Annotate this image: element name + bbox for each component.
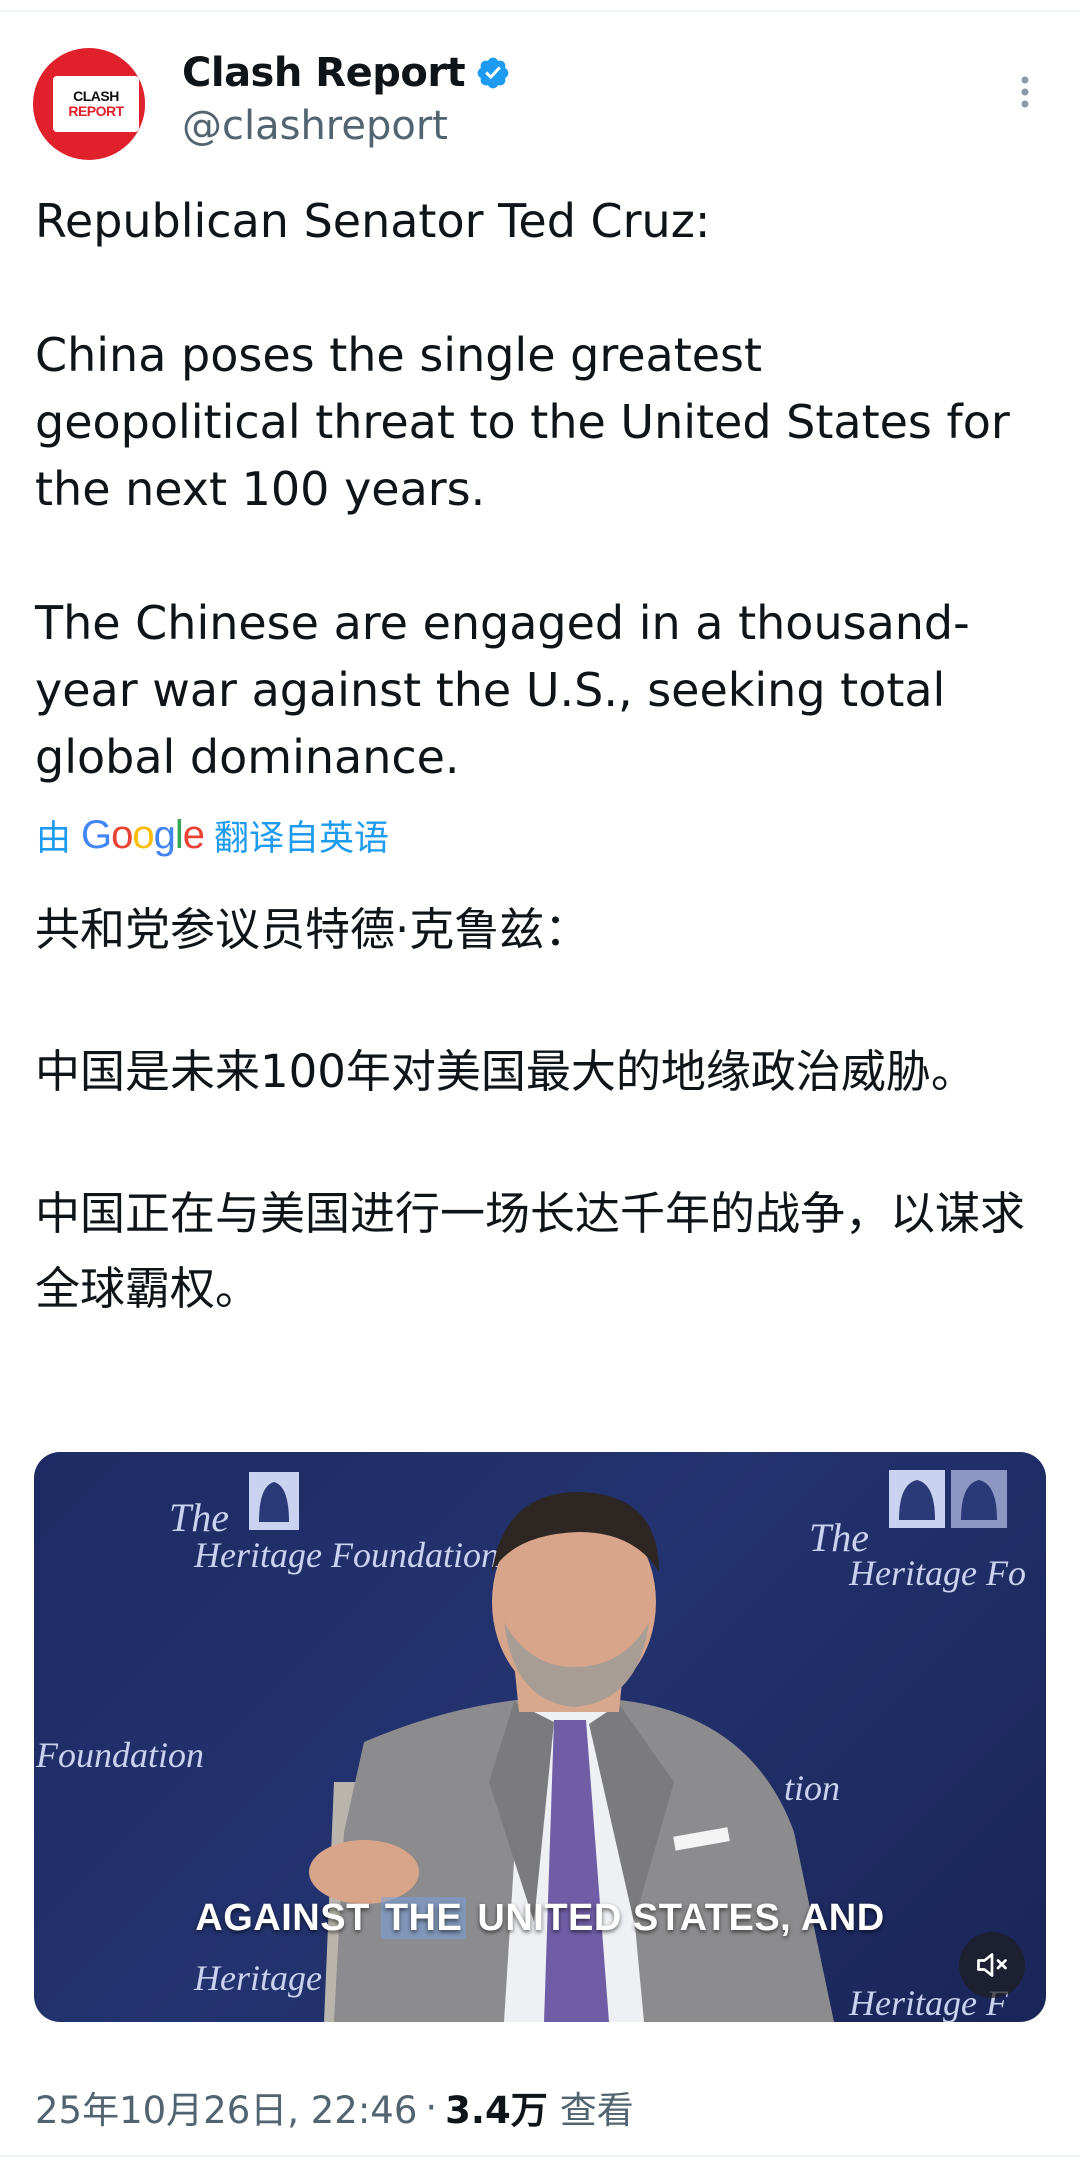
- author-handle[interactable]: @clashreport: [182, 103, 448, 149]
- translation-attribution[interactable]: 由 Google 翻译自英语: [36, 810, 389, 861]
- post-line: 共和党参议员特德·克鲁兹：: [35, 903, 590, 956]
- speaker-muted-icon: [977, 1953, 1007, 1977]
- author-row: Clash Report: [182, 50, 511, 96]
- verified-badge-icon: [477, 57, 509, 89]
- video-subtitle: AGAINST THE UNITED STATES, AND: [195, 1897, 885, 1939]
- more-options-icon[interactable]: [1010, 72, 1040, 112]
- google-logo: Google: [81, 813, 205, 857]
- post-meta: 25年10月26日, 22:46 · 3.4万 查看: [35, 2080, 634, 2134]
- video-player[interactable]: The Heritage Foundation The Heritage Fo …: [34, 1452, 1046, 2022]
- post-text-zh: 共和党参议员特德·克鲁兹： 中国是未来100年对美国最大的地缘政治威胁。 中国正…: [35, 892, 1035, 1326]
- post-line: 中国是未来100年对美国最大的地缘政治威胁。: [35, 1045, 976, 1098]
- post-line: China poses the single greatest geopolit…: [35, 328, 1010, 516]
- top-divider: [0, 10, 1080, 12]
- view-count: 3.4万: [445, 2089, 548, 2132]
- bottom-divider: [0, 2155, 1080, 2157]
- view-label: 查看: [559, 2089, 634, 2132]
- post-line: 中国正在与美国进行一场长达千年的战争，以谋求全球霸权。: [35, 1187, 1026, 1315]
- author-name[interactable]: Clash Report: [182, 50, 466, 96]
- mute-toggle-button[interactable]: [959, 1932, 1025, 1998]
- post-line: Republican Senator Ted Cruz:: [35, 194, 711, 248]
- post-timestamp[interactable]: 25年10月26日, 22:46: [35, 2080, 417, 2134]
- post-text-en: Republican Senator Ted Cruz: China poses…: [35, 188, 1035, 791]
- avatar[interactable]: CLASH REPORT: [33, 48, 145, 160]
- avatar-logo: CLASH REPORT: [53, 76, 139, 132]
- post-line: The Chinese are engaged in a thousand-ye…: [35, 596, 970, 784]
